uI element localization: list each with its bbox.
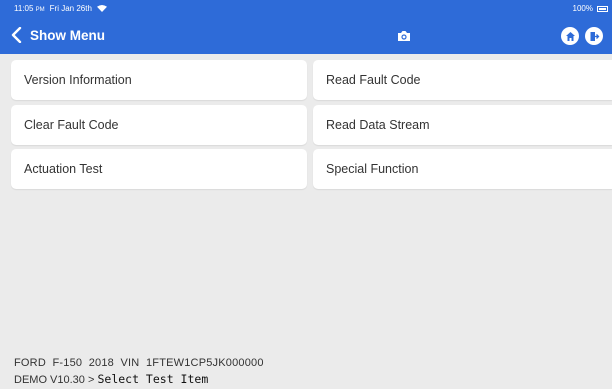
status-date: Fri Jan 26th [49, 4, 92, 13]
menu-item-read-data-stream[interactable]: Read Data Stream [313, 105, 612, 145]
status-bar-left: 11:05 PM Fri Jan 26th [14, 4, 107, 13]
navigation-path: DEMO V10.30 > Select Test Item [14, 372, 264, 386]
footer: FORD F-150 2018 VIN 1FTEW1CP5JK000000 DE… [14, 357, 264, 386]
vehicle-info: FORD F-150 2018 VIN 1FTEW1CP5JK000000 [14, 357, 264, 369]
camera-icon[interactable] [396, 28, 412, 44]
menu-item-label: Actuation Test [24, 162, 103, 176]
status-bar-right: 100% [573, 4, 608, 13]
menu-item-label: Read Fault Code [326, 73, 421, 87]
page-title: Show Menu [30, 27, 105, 43]
menu-item-label: Read Data Stream [326, 118, 430, 132]
exit-icon [590, 31, 599, 41]
battery-icon [597, 5, 608, 12]
back-button[interactable]: Show Menu [10, 24, 105, 46]
home-button[interactable] [561, 27, 579, 45]
menu-item-read-fault-code[interactable]: Read Fault Code [313, 60, 612, 100]
menu-item-actuation-test[interactable]: Actuation Test [11, 149, 307, 189]
home-icon [565, 31, 575, 41]
path-current: Select Test Item [97, 372, 209, 386]
exit-button[interactable] [585, 27, 603, 45]
menu-item-label: Clear Fault Code [24, 118, 119, 132]
menu-item-label: Special Function [326, 162, 419, 176]
menu-item-label: Version Information [24, 73, 132, 87]
battery-percent: 100% [572, 4, 593, 13]
path-prefix: DEMO V10.30 > [14, 374, 98, 386]
status-time: 11:05 PM [14, 4, 45, 13]
top-bar: 11:05 PM Fri Jan 26th 100% Show Menu [0, 0, 612, 54]
wifi-icon [96, 5, 107, 12]
chevron-left-icon [11, 27, 22, 43]
menu-item-version-information[interactable]: Version Information [11, 60, 307, 100]
menu-item-special-function[interactable]: Special Function [313, 149, 612, 189]
menu-item-clear-fault-code[interactable]: Clear Fault Code [11, 105, 307, 145]
